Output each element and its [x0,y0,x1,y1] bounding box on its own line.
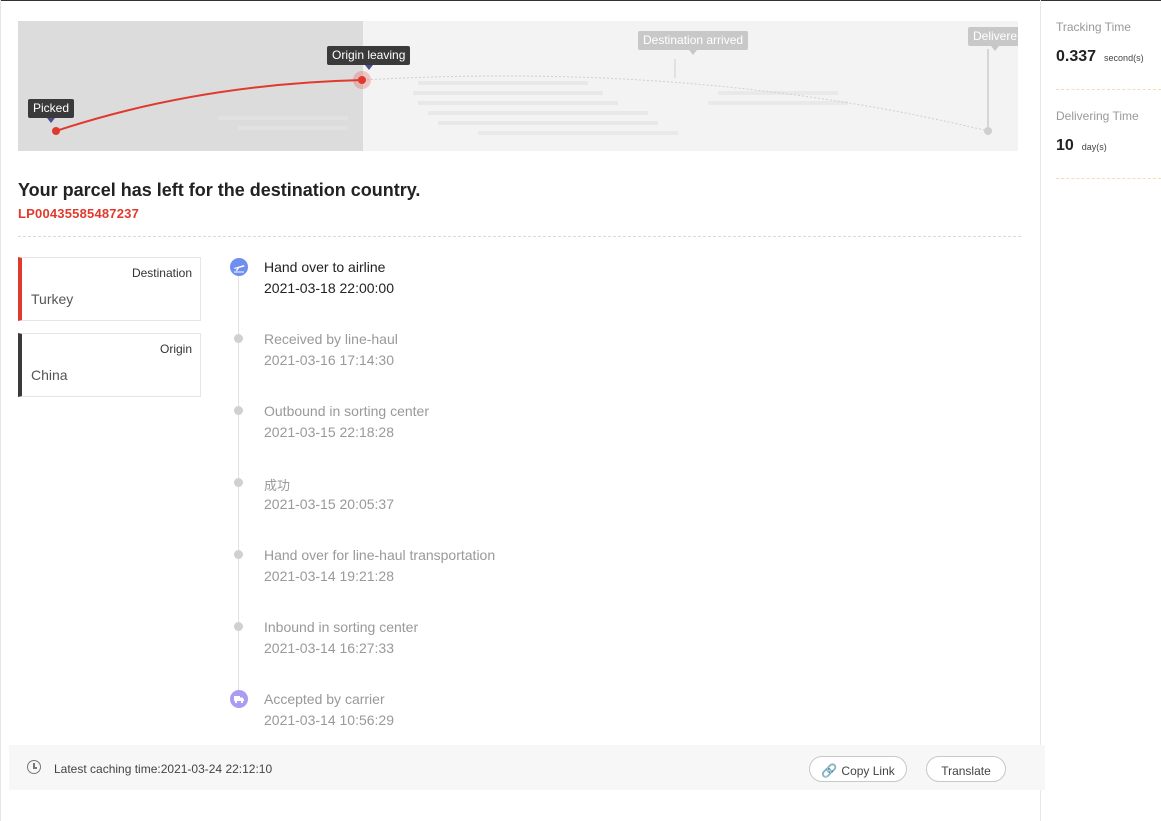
picked-point [52,127,60,135]
route-svg [52,49,992,135]
event-status: Hand over for line-haul transportation [264,547,496,563]
stat-divider [1056,89,1161,90]
tracking-time-value: 0.337 [1056,48,1097,65]
timeline-dot [234,406,243,415]
event-status: Accepted by carrier [264,691,385,707]
current-point [358,76,366,84]
destination-label: Destination [131,266,192,280]
translate-label: Translate [941,764,991,778]
event-time: 2021-03-15 20:05:37 [264,496,394,512]
destination-value: Turkey [31,291,74,307]
event-time: 2021-03-14 16:27:33 [264,640,394,656]
status-title: Your parcel has left for the destination… [18,180,421,200]
delivering-time-unit: day(s) [1081,142,1107,152]
destination-card: Destination Turkey [18,257,201,321]
clock-icon [27,760,41,774]
stage-delivered-tag: Delivere [968,27,1018,51]
delivered-point [984,127,992,135]
stage-destination-arrived-tag: Destination arrived [638,31,749,55]
translate-button[interactable]: Translate [926,756,1006,782]
delivering-time-label: Delivering Time [1056,109,1139,123]
event-status: Received by line-haul [264,331,398,347]
event-time: 2021-03-14 10:56:29 [264,712,394,728]
origin-card: Origin China [18,333,201,397]
tracking-panel: Picked Origin leaving Destination arrive… [0,0,1045,821]
airplane-icon [230,258,248,276]
stage-origin-leaving-tag: Origin leaving [327,46,411,70]
timeline-dot [234,550,243,559]
copy-link-label: Copy Link [841,764,895,778]
copy-link-button[interactable]: 🔗 Copy Link [809,756,907,782]
event-time: 2021-03-14 19:21:28 [264,568,394,584]
event-status: Inbound in sorting center [264,619,419,635]
origin-value: China [31,367,68,383]
event-status: Outbound in sorting center [264,403,429,419]
event-time: 2021-03-16 17:14:30 [264,352,394,368]
timeline-dot [234,622,243,631]
stat-divider [1056,178,1161,179]
timeline-dot [234,478,243,487]
delivering-time-value: 10 [1056,137,1074,154]
world-dots [218,81,848,135]
completed-route [55,79,364,132]
tracking-time-label: Tracking Time [1056,20,1131,34]
tracking-time-stat: 0.337 second(s) [1056,48,1144,66]
event-time: 2021-03-18 22:00:00 [264,280,394,296]
tracking-time-unit: second(s) [1104,53,1144,63]
section-divider [18,236,1021,237]
event-status: Hand over to airline [264,259,386,275]
link-icon: 🔗 [821,763,838,778]
footer-bar: Latest caching time:2021-03-24 22:12:10 … [9,745,1045,790]
delivering-time-stat: 10 day(s) [1056,137,1107,155]
cache-time: Latest caching time:2021-03-24 22:12:10 [54,762,273,776]
event-time: 2021-03-15 22:18:28 [264,424,394,440]
tracking-number: LP00435585487237 [18,206,140,221]
timeline-dot [234,334,243,343]
stage-picked-tag: Picked [28,99,75,123]
event-status: 成功 [264,479,291,494]
truck-icon [230,690,248,708]
origin-label: Origin [159,342,192,356]
route-map: Picked Origin leaving Destination arrive… [18,21,1018,151]
stats-sidebar: Tracking Time 0.337 second(s) Delivering … [1041,0,1161,821]
